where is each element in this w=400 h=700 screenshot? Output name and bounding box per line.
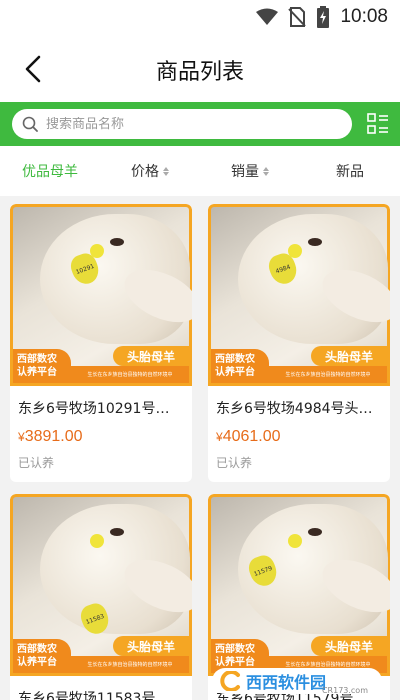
banner-platform: 西部数农 认养平台 (13, 349, 71, 383)
filter-tab-sales[interactable]: 销量 (200, 146, 300, 196)
wifi-icon (256, 8, 279, 25)
search-bar (0, 102, 400, 146)
product-card[interactable]: 11583 头胎母羊 生长在东乡族自治县独特的自然环境中 西部数农 认养平台 东… (10, 494, 192, 700)
search-input[interactable] (46, 116, 326, 132)
no-sim-icon (288, 7, 307, 27)
watermark-logo: 西西软件园 CR173.com (212, 668, 382, 695)
search-box[interactable] (12, 109, 352, 139)
filter-tab-label: 优品母羊 (22, 164, 78, 180)
watermark-sub: CR173.com (321, 686, 368, 695)
grid-toggle-icon[interactable] (366, 111, 390, 137)
filter-tab-new[interactable]: 新品 (300, 146, 400, 196)
watermark-text: 西西软件园 (246, 673, 327, 692)
status-bar: 10:08 (0, 0, 400, 36)
battery-charging-icon (317, 6, 330, 28)
banner-strip-text: 生长在东乡族自治县独特的自然环境中 (71, 656, 189, 673)
filter-tab-label: 新品 (336, 164, 364, 180)
filter-bar: 优品母羊 价格 销量 新品 (0, 146, 400, 196)
watermark-logo-icon (220, 671, 240, 691)
banner-platform: 西部数农 认养平台 (211, 349, 269, 383)
product-image: 11579 头胎母羊 生长在东乡族自治县独特的自然环境中 西部数农 认养平台 (208, 494, 390, 676)
product-image: 4984 头胎母羊 生长在东乡族自治县独特的自然环境中 西部数农 认养平台 (208, 204, 390, 386)
product-card[interactable]: 4984 头胎母羊 生长在东乡族自治县独特的自然环境中 西部数农 认养平台 东乡… (208, 204, 390, 482)
banner-strip-text: 生长在东乡族自治县独特的自然环境中 (71, 366, 189, 383)
product-image: 10291 头胎母羊 生长在东乡族自治县独特的自然环境中 西部数农 认养平台 (10, 204, 192, 386)
product-name: 东乡6号牧场4984号头… (216, 401, 373, 417)
filter-tab-label: 价格 (131, 164, 159, 180)
banner-first-lamb-ewe: 头胎母羊 (311, 346, 387, 366)
search-icon (22, 116, 38, 132)
status-time: 10:08 (340, 6, 388, 27)
product-status: 已认养 (216, 456, 253, 470)
sort-arrows-icon (263, 166, 269, 176)
banner-strip-text: 生长在东乡族自治县独特的自然环境中 (269, 366, 387, 383)
product-name: 东乡6号牧场11583号… (18, 691, 170, 700)
product-price: ¥4061.00 (216, 428, 281, 445)
product-image: 11583 头胎母羊 生长在东乡族自治县独特的自然环境中 西部数农 认养平台 (10, 494, 192, 676)
banner-first-lamb-ewe: 头胎母羊 (113, 636, 189, 656)
banner-first-lamb-ewe: 头胎母羊 (311, 636, 387, 656)
product-card[interactable]: 10291 头胎母羊 生长在东乡族自治县独特的自然环境中 西部数农 认养平台 东… (10, 204, 192, 482)
product-grid: 10291 头胎母羊 生长在东乡族自治县独特的自然环境中 西部数农 认养平台 东… (0, 196, 400, 700)
product-status: 已认养 (18, 456, 55, 470)
sort-arrows-icon (163, 166, 169, 176)
banner-first-lamb-ewe: 头胎母羊 (113, 346, 189, 366)
filter-tab-price[interactable]: 价格 (100, 146, 200, 196)
product-name: 东乡6号牧场10291号… (18, 401, 170, 417)
page-title: 商品列表 (155, 60, 244, 85)
filter-tab-label: 销量 (231, 164, 259, 180)
filter-tab-featured-ewes[interactable]: 优品母羊 (0, 146, 100, 196)
product-price: ¥3891.00 (18, 428, 83, 445)
navigation-bar: 商品列表 (0, 36, 400, 102)
banner-platform: 西部数农 认养平台 (13, 639, 71, 673)
